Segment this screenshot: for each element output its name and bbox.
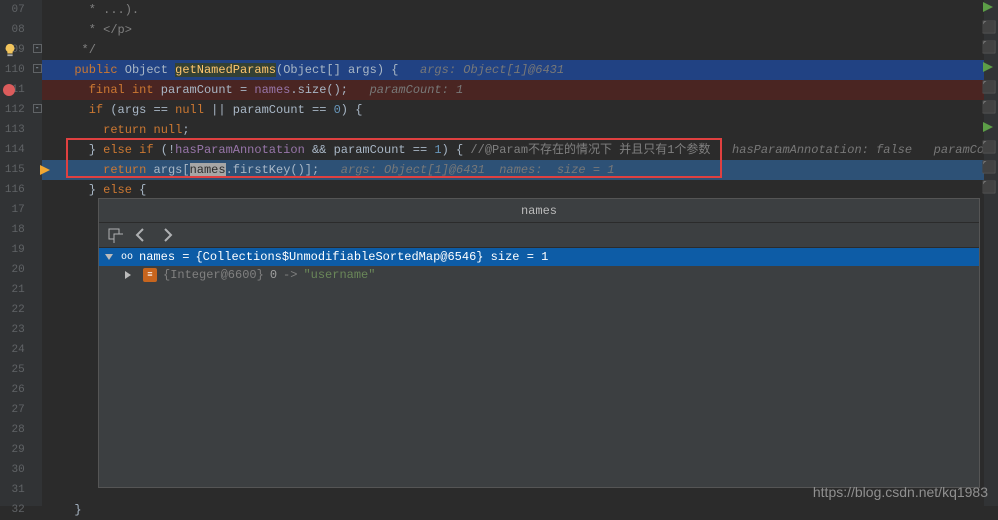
fold-column: - - - [31,0,42,506]
gutter-line: 18 [0,220,25,240]
code-line[interactable]: public Object getNamedParams(Object[] ar… [42,60,985,80]
expand-arrow-icon[interactable] [105,254,113,260]
debug-panel-title: names [99,199,979,223]
gutter-line: 19 [0,240,25,260]
fold-toggle-icon[interactable]: - [33,104,42,113]
run-marker-icon[interactable] [982,2,996,12]
gutter-line: 24 [0,340,25,360]
execution-pointer-icon [40,160,50,180]
gutter-line: 28 [0,420,25,440]
selected-variable[interactable]: names [190,163,226,177]
expand-arrow-icon[interactable] [125,271,135,279]
gutter-line: 114 [0,140,25,160]
code-line[interactable]: } else if (!hasParamAnnotation && paramC… [42,140,985,160]
code-line[interactable]: final int paramCount = names.size(); par… [42,80,985,100]
bookmark-icon[interactable]: ⬛ [982,42,996,52]
gutter-line: 110 [0,60,25,80]
variable-value: "username" [303,268,375,282]
gutter-line: 08 [0,20,25,40]
bookmark-icon[interactable]: ⬛ [982,82,996,92]
gutter-line: 115 [0,160,25,180]
intention-bulb-icon[interactable] [3,43,17,57]
code-line[interactable]: return null; [42,120,985,140]
gutter-line: 30 [0,460,25,480]
gutter-line: 25 [0,360,25,380]
bookmark-icon[interactable]: ⬛ [982,142,996,152]
code-line[interactable]: if (args == null || paramCount == 0) { [42,100,985,120]
gutter-line: 112 [0,100,25,120]
fold-toggle-icon[interactable]: - [33,44,42,53]
bookmark-icon[interactable]: ⬛ [982,182,996,192]
code-line[interactable]: * </p> [42,20,985,40]
bookmark-icon[interactable]: ⬛ [982,162,996,172]
gutter-line: 111 [0,80,25,100]
right-gutter: ⬛ ⬛ ⬛ ⬛ ⬛ ⬛ ⬛ [984,0,998,506]
gutter-line: 113 [0,120,25,140]
gutter-line: 29 [0,440,25,460]
bookmark-icon[interactable]: ⬛ [982,22,996,32]
gutter-line: 20 [0,260,25,280]
gutter-line: 21 [0,280,25,300]
new-watch-icon[interactable] [107,227,123,243]
gutter-line: 23 [0,320,25,340]
run-marker-icon[interactable] [982,62,996,72]
watermark: https://blog.csdn.net/kq1983 [813,484,988,500]
variable-row[interactable]: oo names = {Collections$UnmodifiableSort… [99,248,979,266]
fold-toggle-icon[interactable]: - [33,64,42,73]
object-icon: oo [121,252,133,263]
variable-key: {Integer@6600} [163,268,264,282]
gutter-line: 09 [0,40,25,60]
back-arrow-icon[interactable] [133,227,149,243]
gutter-line: 27 [0,400,25,420]
variable-index: 0 [270,268,277,282]
code-line[interactable]: } [42,500,985,520]
map-entry-icon: ≡ [143,268,157,282]
variable-value: {Collections$UnmodifiableSortedMap@6546}… [195,250,548,264]
debug-variables-panel: names oo names = {Collections$Unmodifiab… [98,198,980,488]
gutter-line: 07 [0,0,25,20]
bookmark-icon[interactable]: ⬛ [982,102,996,112]
forward-arrow-icon[interactable] [159,227,175,243]
code-line[interactable]: } else { [42,180,985,200]
variable-name: names = [139,250,189,264]
gutter-line: 116 [0,180,25,200]
run-marker-icon[interactable] [982,122,996,132]
variable-row[interactable]: ≡ {Integer@6600} 0 -> "username" [99,266,979,284]
arrow-text: -> [283,268,297,282]
code-line[interactable]: * ...). [42,0,985,20]
code-line[interactable]: */ [42,40,985,60]
debug-toolbar [99,223,979,248]
gutter-line: 22 [0,300,25,320]
execution-line[interactable]: return args[names.firstKey()]; args: Obj… [42,160,985,180]
gutter-line: 17 [0,200,25,220]
gutter-line: 26 [0,380,25,400]
breakpoint-icon[interactable] [3,84,15,96]
gutter-line: 32 [0,500,25,520]
line-number-gutter: 07 08 09 110 111 112 113 114 115 116 17 … [0,0,31,506]
gutter-line: 31 [0,480,25,500]
